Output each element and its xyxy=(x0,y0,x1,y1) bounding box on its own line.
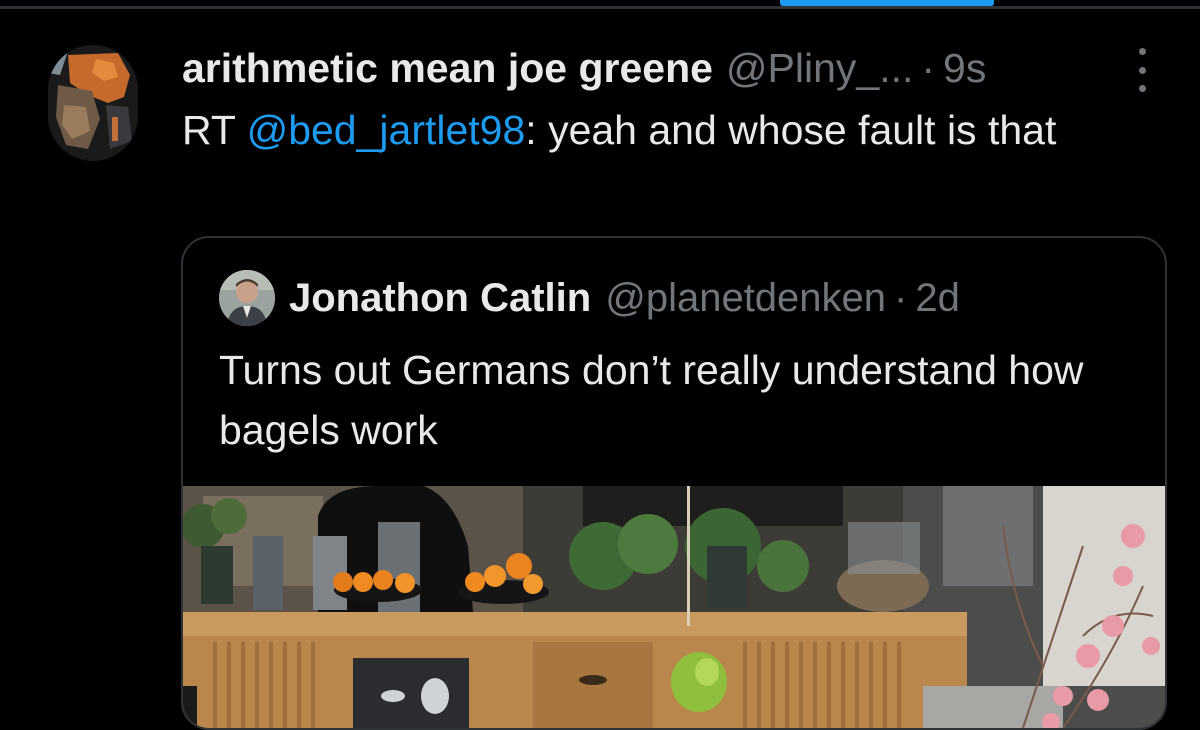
mention-link[interactable]: @bed_jartlet98 xyxy=(247,107,526,153)
quoted-author-handle[interactable]: @planetdenken xyxy=(605,276,886,321)
author-handle[interactable]: @Pliny_... xyxy=(726,45,913,92)
retweet-prefix: RT xyxy=(182,107,236,153)
quoted-avatar-image xyxy=(219,270,275,326)
tweet-text: RT @bed_jartlet98: yeah and whose fault … xyxy=(182,102,1142,158)
quoted-tweet-header: Jonathon Catlin @planetdenken · 2d xyxy=(219,268,1149,328)
quoted-tweet-text: Turns out Germans don’t really understan… xyxy=(219,347,1084,453)
active-tab-indicator xyxy=(780,0,994,6)
top-divider xyxy=(0,6,1200,9)
tweet-timestamp[interactable]: 9s xyxy=(943,45,986,92)
avatar[interactable] xyxy=(48,45,138,161)
quoted-tweet[interactable]: Jonathon Catlin @planetdenken · 2d Turns… xyxy=(181,236,1167,730)
quoted-tweet-photo[interactable] xyxy=(183,486,1165,728)
tweet-body: : yeah and whose fault is that xyxy=(525,107,1057,153)
author-name[interactable]: arithmetic mean joe greene xyxy=(182,45,713,92)
quoted-separator-dot: · xyxy=(894,275,908,320)
separator-dot: · xyxy=(921,44,936,91)
tweet-header: arithmetic mean joe greene @Pliny_... · … xyxy=(182,40,1112,96)
avatar-image xyxy=(48,45,138,161)
more-options-icon[interactable] xyxy=(1128,48,1156,92)
quoted-avatar[interactable] xyxy=(219,270,275,326)
cafe-photo xyxy=(183,486,1165,728)
quoted-timestamp[interactable]: 2d xyxy=(915,276,960,321)
quoted-author-name[interactable]: Jonathon Catlin xyxy=(289,276,591,321)
